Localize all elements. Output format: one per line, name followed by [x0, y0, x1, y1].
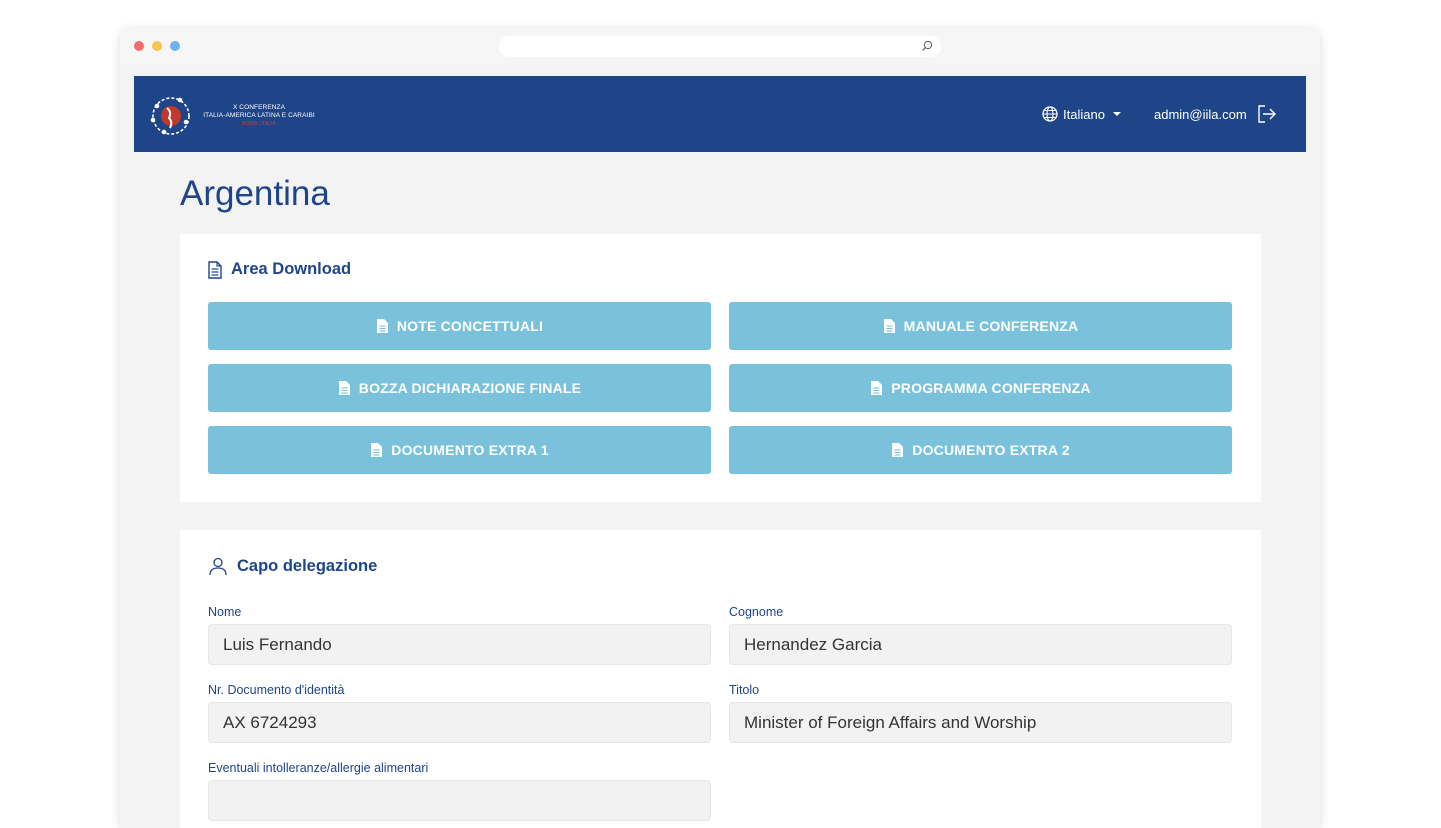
- page-title: Argentina: [180, 174, 330, 213]
- download-button-documento-extra-2[interactable]: DOCUMENTO EXTRA 2: [729, 426, 1232, 474]
- id-document-label: Nr. Documento d'identità: [208, 683, 345, 697]
- page-viewport: X CONFERENZA ITALIA-AMERICA LATINA E CAR…: [134, 76, 1306, 828]
- download-area-card: Area Download NOTE CONCETTUALI MANUALE C…: [180, 234, 1261, 502]
- logo-globe-icon[interactable]: [146, 88, 194, 140]
- download-button-documento-extra-1[interactable]: DOCUMENTO EXTRA 1: [208, 426, 711, 474]
- last-name-label: Cognome: [729, 605, 784, 619]
- food-allergies-field[interactable]: [208, 780, 711, 821]
- logo-subline: ROMA, ITALIA: [242, 121, 276, 127]
- id-document-field[interactable]: AX 6724293: [208, 702, 711, 743]
- document-icon: [892, 443, 904, 457]
- search-icon: [922, 40, 933, 51]
- download-button-manuale-conferenza[interactable]: MANUALE CONFERENZA: [729, 302, 1232, 350]
- logo-line-1: X CONFERENZA: [232, 104, 286, 111]
- download-button-bozza-dichiarazione[interactable]: BOZZA DICHIARAZIONE FINALE: [208, 364, 711, 412]
- download-button-label: BOZZA DICHIARAZIONE FINALE: [358, 380, 582, 396]
- download-area-label: Area Download: [231, 260, 352, 278]
- download-area-title: Area Download: [208, 260, 351, 279]
- browser-chrome: [120, 28, 1320, 65]
- language-selector[interactable]: Italiano: [1042, 104, 1121, 124]
- document-icon: [883, 319, 895, 333]
- first-name-label: Nome: [208, 605, 242, 619]
- user-icon: [209, 557, 227, 576]
- title-label: Titolo: [729, 683, 760, 697]
- user-menu[interactable]: admin@iila.com: [1154, 104, 1277, 124]
- top-navbar: X CONFERENZA ITALIA-AMERICA LATINA E CAR…: [134, 76, 1306, 152]
- document-icon: [338, 381, 350, 395]
- window-close-dot[interactable]: [134, 41, 144, 51]
- download-button-label: PROGRAMMA CONFERENZA: [891, 380, 1091, 396]
- document-icon: [376, 319, 388, 333]
- logo-wordmark: X CONFERENZA ITALIA-AMERICA LATINA E CAR…: [194, 104, 324, 128]
- download-button-label: DOCUMENTO EXTRA 2: [912, 442, 1070, 458]
- window-minimize-dot[interactable]: [152, 41, 162, 51]
- logo-line-2: ITALIA-AMERICA LATINA E CARAIBI: [203, 112, 315, 119]
- document-icon: [371, 443, 383, 457]
- delegation-head-title: Capo delegazione: [208, 556, 377, 576]
- globe-icon: [1042, 106, 1058, 122]
- window-zoom-dot[interactable]: [170, 41, 180, 51]
- download-button-note-concettuali[interactable]: NOTE CONCETTUALI: [208, 302, 711, 350]
- download-button-programma-conferenza[interactable]: PROGRAMMA CONFERENZA: [729, 364, 1232, 412]
- first-name-field[interactable]: Luis Fernando: [208, 624, 711, 665]
- language-label: Italiano: [1063, 106, 1105, 122]
- last-name-field[interactable]: Hernandez Garcia: [729, 624, 1232, 665]
- logout-icon[interactable]: [1257, 104, 1277, 124]
- delegation-head-label: Capo delegazione: [237, 556, 378, 575]
- download-button-label: NOTE CONCETTUALI: [396, 318, 544, 334]
- delegation-head-card: Capo delegazione Nome Luis Fernando Cogn…: [180, 530, 1261, 828]
- caret-down-icon: [1112, 112, 1121, 116]
- browser-window: X CONFERENZA ITALIA-AMERICA LATINA E CAR…: [120, 28, 1320, 828]
- document-icon: [871, 381, 883, 395]
- food-allergies-label: Eventuali intolleranze/allergie alimenta…: [208, 761, 429, 775]
- user-email: admin@iila.com: [1154, 106, 1247, 122]
- download-button-label: MANUALE CONFERENZA: [903, 318, 1079, 334]
- download-button-label: DOCUMENTO EXTRA 1: [391, 442, 549, 458]
- document-icon: [208, 260, 222, 279]
- address-bar[interactable]: [499, 36, 941, 57]
- title-field[interactable]: Minister of Foreign Affairs and Worship: [729, 702, 1232, 743]
